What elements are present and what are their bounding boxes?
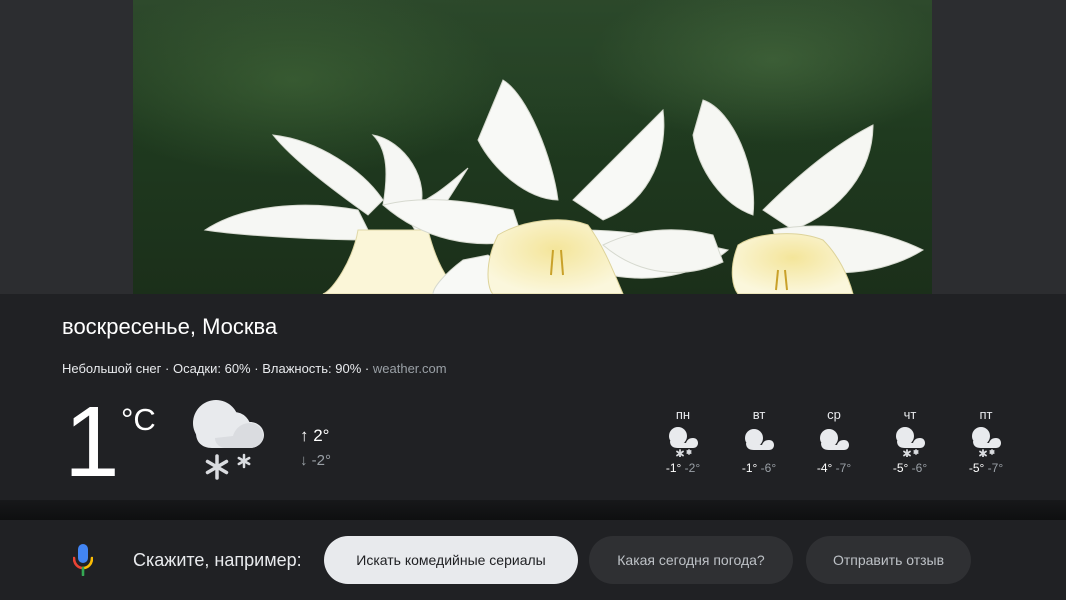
source-text: weather.com [372,361,447,376]
forecast-high: -5° [892,461,909,475]
light-snow-icon [193,400,264,480]
forecast-day: ср -4° -7° [802,407,866,475]
forecast-day: пн -1° -2° [651,407,715,475]
forecast-day: вт -1° -6° [727,407,791,475]
google-mic-icon[interactable] [73,544,93,576]
forecast-low: -7° [835,461,852,475]
weather-details: Небольшой снег · Осадки: 60% · Влажность… [62,361,447,376]
card-shadow [0,500,1066,520]
forecast-high: -1° [665,461,682,475]
forecast-high: -4° [816,461,833,475]
current-temperature: 1 [64,386,120,498]
precipitation-text: Осадки: 60% [173,361,251,376]
daffodils-image [203,79,925,294]
forecast-low: -2° [684,461,701,475]
weather-card: воскресенье, Москва Небольшой снег · Оса… [0,294,1066,500]
weather-title: воскресенье, Москва [62,314,278,339]
cloud-icon [820,429,849,450]
forecast-low: -6° [911,461,928,475]
forecast-high: -1° [741,461,758,475]
temperature-unit: °C [121,402,156,437]
low-temperature: ↓ -2° [300,452,332,469]
forecast-low: -6° [760,461,777,475]
suggestion-chip-comedy-series[interactable]: Искать комедийные сериалы [324,536,578,584]
separator: · [364,361,370,376]
forecast-high: -5° [968,461,985,475]
forecast-day-name: ср [827,407,841,422]
condition-text: Небольшой снег [62,361,162,376]
forecast-day: пт -5° -7° [954,407,1018,475]
forecast-day-name: пн [675,407,691,422]
forecast-day-name: вт [752,407,766,422]
suggestion-chip-feedback[interactable]: Отправить отзыв [806,536,971,584]
background-photo [133,0,932,294]
suggestion-chip-weather[interactable]: Какая сегодня погода? [589,536,793,584]
high-temperature: ↑ 2° [300,426,330,445]
assistant-hint: Скажите, например: [133,550,302,570]
humidity-text: Влажность: 90% [262,361,362,376]
forecast-low: -7° [987,461,1004,475]
forecast-day: чт -5° -6° [878,407,942,475]
separator: · [165,361,170,376]
forecast-day-name: чт [903,407,917,422]
snow-icon [896,427,925,457]
snow-icon [669,427,698,457]
assistant-bar: Скажите, например: Искать комедийные сер… [0,520,1066,600]
forecast-day-name: пт [979,407,993,422]
separator: · [254,361,259,376]
snow-icon [972,427,1001,457]
cloud-icon [745,429,774,450]
